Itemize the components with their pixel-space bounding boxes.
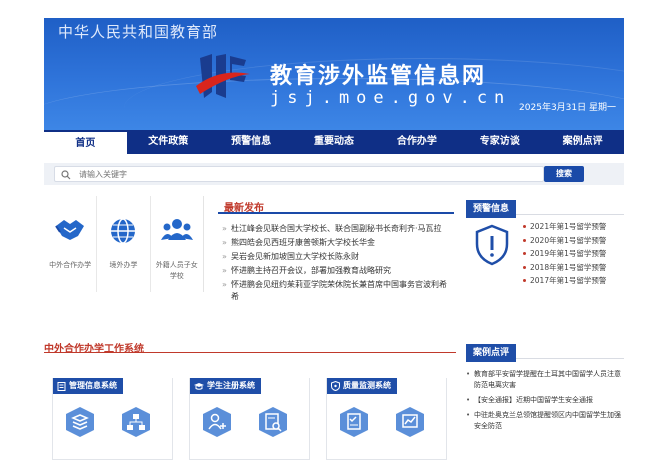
quick-link-label: 境外办学 (109, 261, 138, 269)
panel-header: 最新发布 (218, 196, 454, 214)
layers-icon[interactable] (65, 406, 95, 438)
add-user-icon[interactable] (202, 406, 232, 438)
news-item[interactable]: 吴岩会见新加坡国立大学校长陈永财 (222, 251, 454, 263)
shield-icon (331, 381, 340, 391)
quick-link-label: 外籍人员子女学校 (155, 261, 198, 280)
nav-cooperation[interactable]: 合作办学 (375, 130, 458, 154)
system-title[interactable]: 管理信息系统 (53, 378, 123, 394)
line-chart-icon[interactable] (395, 406, 425, 438)
news-item[interactable]: 怀进鹏主持召开会议，部署加强教育战略研究 (222, 265, 454, 277)
nav-home[interactable]: 首页 (44, 130, 127, 154)
quick-links: 中外合作办学 境外办学 外籍人员子女学校 (44, 196, 204, 292)
system-card-quality[interactable]: 质量监测系统 (326, 378, 447, 460)
ministry-name: 中华人民共和国教育部 (58, 23, 219, 41)
news-item[interactable]: 怀进鹏会见纽约茱莉亚学院荣休院长兼首席中国事务官波利希希 (222, 279, 454, 303)
system-title-label: 学生注册系统 (207, 381, 255, 390)
nav-interviews[interactable]: 专家访谈 (458, 130, 541, 154)
news-item[interactable]: 杜江峰会见联合国大学校长、联合国副秘书长奇利齐·马瓦拉 (222, 223, 454, 235)
case-item[interactable]: 中驻赴奥克兰总领馆提醒领区内中国留学生加强安全防范 (466, 410, 624, 432)
system-icons (65, 406, 151, 438)
warnings-panel: 预警信息 2021年第1号留学预警 2020年第1号留学预警 2019年第1号留… (466, 196, 624, 292)
header-banner: 中华人民共和国教育部 教育涉外监管信息网 jsj.moe.gov.cn 2025… (44, 18, 624, 130)
warnings-list: 2021年第1号留学预警 2020年第1号留学预警 2019年第1号留学预警 2… (523, 220, 606, 288)
current-date: 2025年3月31日 星期一 (519, 103, 616, 113)
search-icon (61, 170, 71, 180)
site-title[interactable]: 教育涉外监管信息网 (270, 58, 486, 90)
news-item[interactable]: 熊四皓会见西班牙康普顿斯大学校长华金 (222, 237, 454, 249)
document-icon (57, 381, 66, 391)
latest-news: 最新发布 杜江峰会见联合国大学校长、联合国副秘书长奇利齐·马瓦拉 熊四皓会见西班… (218, 196, 454, 331)
warning-item[interactable]: 2021年第1号留学预警 (523, 220, 606, 234)
quick-link-foreign-schools[interactable]: 外籍人员子女学校 (151, 196, 203, 292)
nav-warnings[interactable]: 预警信息 (210, 130, 293, 154)
system-title[interactable]: 学生注册系统 (190, 378, 261, 394)
panel-header: 中外合作办学工作系统 (44, 337, 456, 355)
news-title[interactable]: 最新发布 (218, 203, 264, 214)
system-icons (202, 406, 288, 438)
system-title-label: 质量监测系统 (343, 381, 391, 390)
nav-news[interactable]: 重要动态 (293, 130, 376, 154)
quick-link-sino-foreign[interactable]: 中外合作办学 (44, 196, 98, 292)
warnings-title[interactable]: 预警信息 (466, 200, 517, 218)
group-icon (160, 219, 193, 240)
quick-link-label: 中外合作办学 (49, 261, 92, 269)
case-item[interactable]: 【安全通报】近期中国留学生安全通报 (466, 395, 624, 406)
nav-policy[interactable]: 文件政策 (127, 130, 210, 154)
system-icons (339, 406, 425, 438)
globe-icon (111, 218, 136, 244)
panel-header: 案例点评 (466, 340, 624, 362)
shield-alert-icon (475, 224, 509, 266)
system-title-label: 管理信息系统 (69, 381, 117, 390)
nav-cases[interactable]: 案例点评 (541, 130, 624, 154)
system-card-management[interactable]: 管理信息系统 (52, 378, 173, 460)
checklist-icon[interactable] (339, 406, 369, 438)
search-document-icon[interactable] (258, 406, 288, 438)
warning-item[interactable]: 2019年第1号留学预警 (523, 247, 606, 261)
case-item[interactable]: 教育部平安留学提醒在土耳其中国留学人员注意防范电离灾害 (466, 369, 624, 391)
main-nav: 首页 文件政策 预警信息 重要动态 合作办学 专家访谈 案例点评 (44, 130, 624, 154)
page: 中华人民共和国教育部 教育涉外监管信息网 jsj.moe.gov.cn 2025… (0, 0, 655, 460)
cooperation-systems: 中外合作办学工作系统 管理信息系统 学生注册系统 质量监测系统 (44, 337, 456, 460)
warning-item[interactable]: 2018年第1号留学预警 (523, 261, 606, 275)
site-logo-icon[interactable] (194, 48, 252, 106)
search-box (54, 166, 544, 182)
handshake-icon (55, 220, 85, 240)
panel-header: 预警信息 (466, 196, 624, 218)
search-input[interactable] (79, 168, 529, 180)
system-title[interactable]: 质量监测系统 (327, 378, 397, 394)
search-button[interactable]: 搜索 (544, 166, 584, 182)
site-domain: jsj.moe.gov.cn (270, 88, 512, 108)
cases-title[interactable]: 案例点评 (466, 344, 517, 362)
system-cards: 管理信息系统 学生注册系统 质量监测系统 (52, 378, 447, 460)
cases-panel: 案例点评 教育部平安留学提醒在土耳其中国留学人员注意防范电离灾害 【安全通报】近… (466, 340, 624, 460)
cases-list: 教育部平安留学提醒在土耳其中国留学人员注意防范电离灾害 【安全通报】近期中国留学… (466, 369, 624, 432)
search-bar: 搜索 (44, 163, 624, 185)
warning-item[interactable]: 2020年第1号留学预警 (523, 234, 606, 248)
quick-link-overseas[interactable]: 境外办学 (97, 196, 151, 292)
warning-item[interactable]: 2017年第1号留学预警 (523, 274, 606, 288)
news-list: 杜江峰会见联合国大学校长、联合国副秘书长奇利齐·马瓦拉 熊四皓会见西班牙康普顿斯… (218, 223, 454, 303)
hierarchy-icon[interactable] (121, 406, 151, 438)
coop-title: 中外合作办学工作系统 (44, 344, 144, 355)
system-card-registration[interactable]: 学生注册系统 (189, 378, 310, 460)
graduation-cap-icon (194, 382, 204, 390)
